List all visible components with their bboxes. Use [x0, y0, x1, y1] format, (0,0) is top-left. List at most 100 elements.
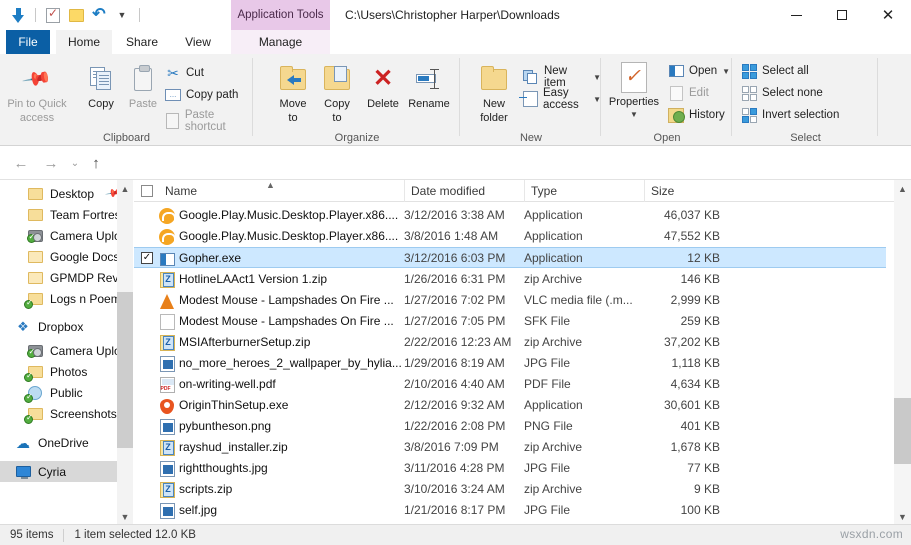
sidebar-item-onedrive[interactable]: ☁ OneDrive	[0, 432, 133, 453]
table-row[interactable]: scripts.zip 3/10/2016 3:24 AM zip Archiv…	[134, 479, 886, 500]
edit-button[interactable]: Edit	[668, 85, 709, 101]
sidebar-item-gpmdp-review[interactable]: GPMDP Review	[0, 267, 133, 288]
table-row[interactable]: on-writing-well.pdf 2/10/2016 4:40 AM PD…	[134, 374, 886, 395]
close-button[interactable]: ✕	[865, 0, 911, 30]
file-date: 3/12/2016 6:03 PM	[404, 251, 506, 265]
table-row[interactable]: rayshud_installer.zip 3/8/2016 7:09 PM z…	[134, 437, 886, 458]
file-size: 77 KB	[687, 461, 720, 475]
maximize-button[interactable]	[819, 0, 865, 30]
file-date: 1/26/2016 6:31 PM	[404, 272, 506, 286]
sidebar-item-team-fortress[interactable]: Team Fortres: 📌	[0, 204, 133, 225]
table-row[interactable]: Google.Play.Music.Desktop.Player.x86....…	[134, 205, 886, 226]
sidebar-scroll-down-icon[interactable]: ▼	[117, 508, 133, 525]
file-name: HotlineLAAct1 Version 1.zip	[179, 272, 328, 286]
list-scroll-thumb[interactable]	[894, 398, 911, 464]
tab-share[interactable]: Share	[115, 30, 169, 54]
sidebar-item-desktop[interactable]: Desktop 📌	[0, 183, 133, 204]
tab-file[interactable]: File	[6, 30, 50, 54]
table-row[interactable]: self.jpg 1/21/2016 8:17 PM JPG File 100 …	[134, 500, 886, 521]
new-item-button[interactable]: New item ▼	[523, 65, 601, 89]
customize-qat-icon[interactable]: ▼	[112, 5, 132, 25]
open-icon	[668, 63, 684, 79]
column-header-size[interactable]: Size	[644, 180, 734, 202]
sidebar-scrollbar[interactable]: ▲ ▼	[117, 180, 133, 525]
sidebar-item-camera-uploads-2[interactable]: Camera Uploads	[0, 340, 133, 361]
properties-icon[interactable]	[43, 5, 63, 25]
open-chevron-down-icon[interactable]: ▼	[722, 67, 730, 76]
new-item-label: New item	[544, 65, 568, 89]
back-button[interactable]: ←	[10, 153, 32, 173]
tab-manage[interactable]: Manage	[231, 30, 330, 54]
sidebar-item-public[interactable]: Public	[0, 382, 133, 403]
forward-button[interactable]: →	[40, 153, 62, 173]
table-row-selected[interactable]: ✓ Gopher.exe 3/12/2016 6:03 PM Applicati…	[134, 247, 886, 268]
easy-access-icon	[519, 91, 538, 107]
select-none-button[interactable]: Select none	[741, 85, 823, 101]
paste-shortcut-button[interactable]: Paste shortcut	[165, 109, 253, 133]
history-button[interactable]: History	[668, 107, 725, 123]
column-header-name[interactable]: Name	[159, 180, 404, 202]
file-name: Google.Play.Music.Desktop.Player.x86....	[179, 208, 399, 222]
address-bar: ← → ⌄ ↑ ❯ Cyria ❯ Local Disk (C:) ❯ User…	[0, 147, 911, 321]
folder-sync-icon	[24, 364, 44, 382]
column-header-date-modified[interactable]: Date modified	[404, 180, 524, 202]
table-row[interactable]: MSIAfterburnerSetup.zip 2/22/2016 12:23 …	[134, 332, 886, 353]
column-header-type[interactable]: Type	[524, 180, 644, 202]
row-checkbox[interactable]: ✓	[141, 252, 153, 264]
document-icon	[159, 314, 175, 330]
watermark: wsxdn.com	[840, 527, 903, 541]
table-row[interactable]: Modest Mouse - Lampshades On Fire ... 1/…	[134, 311, 886, 332]
sidebar-item-camera-uploads[interactable]: Camera Uploads	[0, 225, 133, 246]
file-list-scrollbar[interactable]: ▲ ▼	[894, 180, 911, 525]
list-scroll-down-icon[interactable]: ▼	[894, 508, 911, 525]
sidebar-item-screenshots[interactable]: Screenshots	[0, 403, 133, 424]
table-row[interactable]: rightthoughts.jpg 3/11/2016 4:28 PM JPG …	[134, 458, 886, 479]
properties-button[interactable]: ✓ Properties ▼	[600, 60, 668, 120]
file-size: 2,999 KB	[670, 293, 720, 307]
easy-access-label: Easy access	[543, 87, 579, 111]
minimize-button[interactable]	[773, 0, 819, 30]
select-all-checkbox[interactable]	[141, 185, 153, 197]
tab-view[interactable]: View	[172, 30, 224, 54]
cut-button[interactable]: ✂ Cut	[165, 65, 204, 81]
undo-icon[interactable]: ↶	[89, 5, 109, 25]
file-type: JPG File	[524, 356, 571, 370]
table-row[interactable]: Google.Play.Music.Desktop.Player.x86....…	[134, 226, 886, 247]
file-type: JPG File	[524, 503, 571, 517]
camera-icon	[26, 343, 44, 359]
table-row[interactable]: no_more_heroes_2_wallpaper_by_hylia... 1…	[134, 353, 886, 374]
sidebar-scroll-up-icon[interactable]: ▲	[117, 180, 133, 197]
download-icon[interactable]	[8, 5, 28, 25]
open-button[interactable]: Open ▼	[668, 63, 730, 79]
sidebar-item-dropbox[interactable]: ❖ Dropbox	[0, 316, 133, 337]
group-label-open: Open	[653, 132, 681, 144]
table-row[interactable]: OriginThinSetup.exe 2/12/2016 9:32 AM Ap…	[134, 395, 886, 416]
select-all-button[interactable]: Select all	[741, 63, 809, 79]
rename-button[interactable]: Rename	[398, 62, 460, 110]
sidebar-item-logs-n-poems[interactable]: Logs n Poems	[0, 288, 133, 309]
edit-icon	[668, 85, 684, 101]
file-type: zip Archive	[524, 272, 583, 286]
list-scroll-up-icon[interactable]: ▲	[894, 180, 911, 197]
easy-access-button[interactable]: Easy access ▼	[519, 87, 601, 111]
pin-to-quick-access-button[interactable]: 📌 Pin to Quick access	[6, 62, 68, 124]
table-row[interactable]: Modest Mouse - Lampshades On Fire ... 1/…	[134, 290, 886, 311]
file-name: Gopher.exe	[179, 251, 242, 265]
tab-home[interactable]: Home	[56, 30, 112, 54]
invert-selection-button[interactable]: Invert selection	[741, 107, 839, 123]
copy-path-button[interactable]: … Copy path	[165, 87, 238, 103]
sidebar-item-cyria[interactable]: Cyria	[0, 461, 133, 482]
sidebar-item-google-docs-add[interactable]: Google Docs Ad	[0, 246, 133, 267]
sidebar-item-photos[interactable]: Photos	[0, 361, 133, 382]
table-row[interactable]: pybuntheson.png 1/22/2016 2:08 PM PNG Fi…	[134, 416, 886, 437]
title-bar: ↶ ▼ Application Tools C:\Users\Christoph…	[0, 0, 911, 30]
file-date: 2/10/2016 4:40 AM	[404, 377, 505, 391]
up-button[interactable]: ↑	[85, 153, 107, 173]
folder-icon	[26, 249, 44, 265]
recent-locations-button[interactable]: ⌄	[64, 153, 86, 173]
properties-chevron-down-icon[interactable]: ▼	[630, 110, 638, 119]
sidebar-scroll-thumb[interactable]	[117, 292, 133, 448]
table-row[interactable]: HotlineLAAct1 Version 1.zip 1/26/2016 6:…	[134, 269, 886, 290]
new-folder-icon[interactable]	[66, 5, 86, 25]
new-folder-button[interactable]: New folder	[463, 62, 525, 124]
